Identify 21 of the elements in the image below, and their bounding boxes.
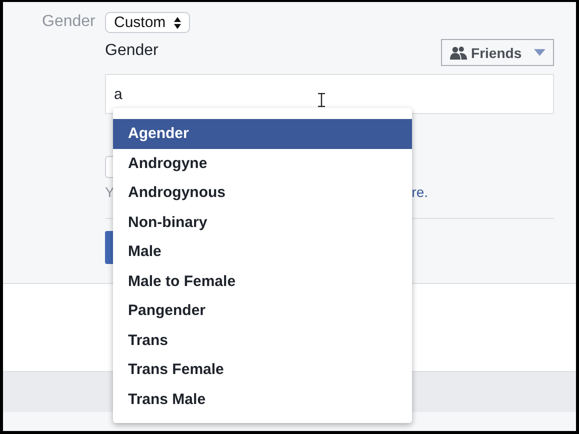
help-text: Y [105, 184, 114, 200]
field-label: Gender [105, 42, 158, 60]
audience-button[interactable]: Friends [441, 39, 554, 66]
suggestion-item[interactable]: Trans Male [113, 384, 412, 414]
suggestion-item[interactable]: Non-binary [113, 208, 412, 237]
suggestion-item[interactable]: Pangender [113, 296, 412, 326]
people-icon [450, 46, 468, 60]
suggestion-item[interactable]: Androgynous [113, 178, 412, 208]
updown-icon [174, 16, 181, 28]
field-label: Gender [41, 12, 96, 32]
suggestion-item[interactable]: Male [113, 237, 412, 266]
gender-input[interactable]: a [105, 74, 554, 114]
help-link[interactable]: re. [412, 184, 428, 200]
caret-icon [534, 49, 545, 56]
suggestion-item[interactable]: Trans Female [113, 355, 412, 384]
suggestion-item[interactable]: Trans [113, 326, 412, 355]
text-cursor-icon [318, 93, 325, 107]
suggestion-item[interactable]: Androgyne [113, 148, 412, 178]
suggestion-item[interactable]: Agender [113, 119, 412, 148]
gender-select[interactable]: Custom [105, 12, 190, 33]
suggestion-item[interactable]: Male to Female [113, 266, 412, 296]
